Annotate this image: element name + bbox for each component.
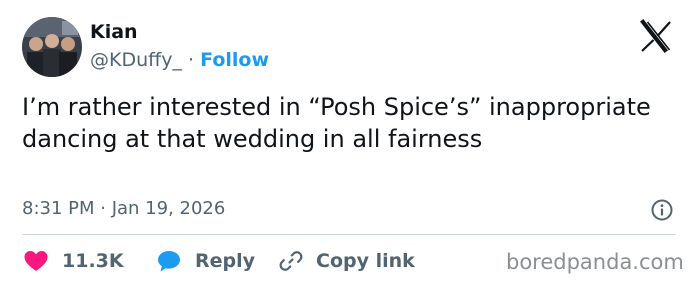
handle-separator: · xyxy=(188,49,195,71)
avatar[interactable] xyxy=(22,17,82,77)
tweet-timestamp[interactable]: 8:31 PM · Jan 19, 2026 xyxy=(22,197,225,221)
author-display-name[interactable]: Kian xyxy=(90,20,138,44)
info-icon[interactable] xyxy=(650,198,674,222)
like-count: 11.3K xyxy=(62,250,124,272)
tweet-text: I’m rather interested in “Posh Spice’s” … xyxy=(22,93,651,153)
speech-bubble-icon xyxy=(156,249,182,273)
author-handle[interactable]: @KDuffy_ xyxy=(90,49,182,71)
link-icon xyxy=(279,249,303,273)
follow-button[interactable]: Follow xyxy=(200,49,269,71)
reply-label: Reply xyxy=(195,250,256,272)
heart-icon xyxy=(23,249,49,273)
author-handle-row: @KDuffy_ · Follow xyxy=(90,48,269,72)
copy-link-button[interactable]: Copy link xyxy=(279,246,415,276)
reply-button[interactable]: Reply xyxy=(156,246,255,276)
divider xyxy=(22,234,676,235)
watermark: boredpanda.com xyxy=(506,250,684,274)
like-button[interactable]: 11.3K xyxy=(23,246,124,276)
x-logo-icon[interactable] xyxy=(635,15,677,57)
copy-link-label: Copy link xyxy=(316,250,415,272)
